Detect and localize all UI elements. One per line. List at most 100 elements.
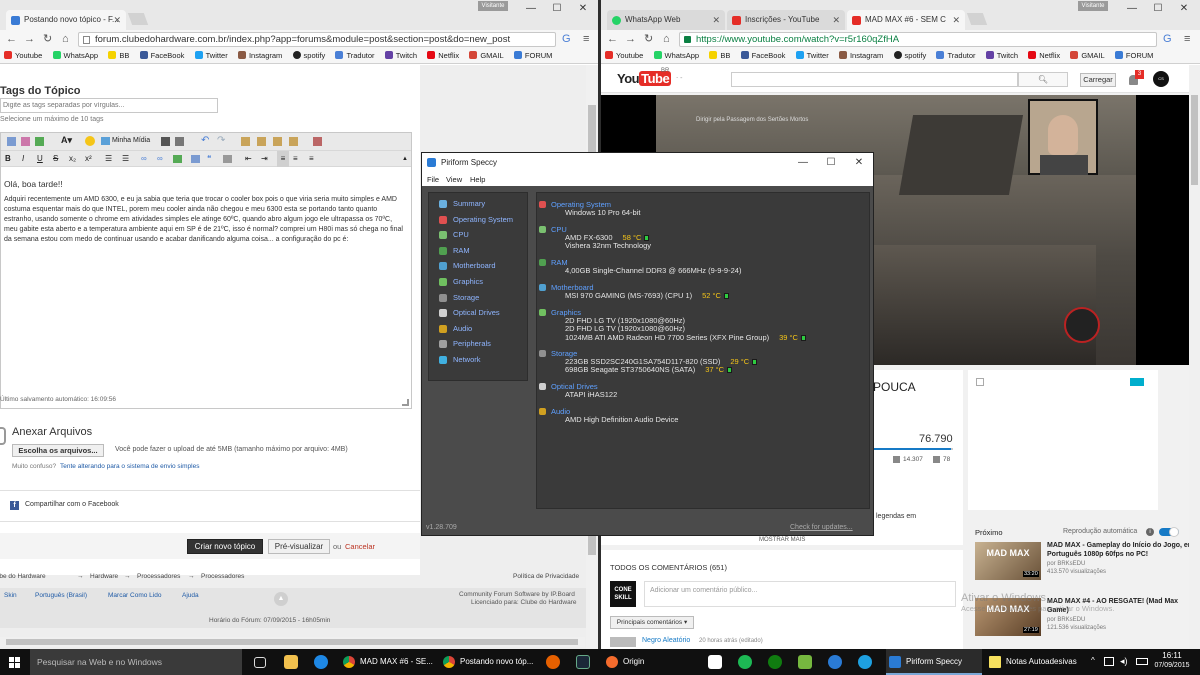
new-tab-button[interactable] [127,13,149,25]
bookmark-spotify[interactable]: spotify [292,48,325,63]
spellcheck-icon[interactable] [175,137,184,146]
taskbar-app-forum[interactable]: Postando novo tóp... [440,649,536,675]
temperature-graph-icon[interactable] [800,334,806,341]
bookmark-netflix[interactable]: Netflix [427,48,459,63]
paste-icon[interactable] [257,137,266,146]
user-badge[interactable]: Visitante [478,1,508,11]
speccy-nav-storage[interactable]: Storage [429,290,527,306]
back-icon[interactable]: ← [607,32,618,46]
address-bar[interactable]: https://www.youtube.com/watch?v=r5r160qZ… [679,32,1157,47]
speccy-nav-motherboard[interactable]: Motherboard [429,258,527,274]
translate-icon[interactable]: G [1163,32,1172,46]
bookmark-tradutor[interactable]: Tradutor [936,48,976,63]
tray-volume-icon[interactable]: ◂) [1120,656,1128,667]
maximize-button[interactable]: ☐ [544,0,570,18]
print-icon[interactable] [161,137,170,146]
bookmark-youtube[interactable]: Youtube [605,48,643,63]
dislike-icon[interactable] [933,456,940,463]
tray-chevron-icon[interactable]: ^ [1091,656,1095,665]
choose-files-button[interactable]: Escolha os arquivos... [12,444,104,457]
footer-lang-link[interactable]: Português (Brasil) [35,592,87,599]
image-icon[interactable] [173,155,182,163]
media-icon[interactable] [101,137,110,145]
align-center-icon[interactable]: ≡ [293,151,298,167]
bookmark-forum[interactable]: FORUM [1114,48,1153,63]
preview-button[interactable]: Pré-visualizar [268,539,330,554]
tab-whatsapp[interactable]: WhatsApp Web ✕ [607,10,725,30]
user-badge[interactable]: Visitante [1078,1,1108,11]
ie-icon[interactable] [858,655,872,669]
reload-icon[interactable]: ↻ [644,32,653,46]
file-explorer-icon[interactable] [284,655,298,669]
bookmark-youtube[interactable]: Youtube [4,48,42,63]
speccy-maximize-button[interactable]: ☐ [818,154,844,172]
menu-icon[interactable]: ≡ [1184,32,1190,46]
subscript-icon[interactable]: x₂ [69,151,76,167]
bookmark-spotify[interactable]: spotify [893,48,926,63]
bookmark-twitch[interactable]: Twitch [985,48,1018,63]
bookmark-bb[interactable]: BB [709,48,730,63]
bookmark-gmail[interactable]: GMAIL [1070,48,1105,63]
footer-help-link[interactable]: Ajuda [182,592,199,599]
editor-text-area[interactable]: Olá, boa tarde!! Adquiri recentemente um… [4,179,406,389]
align-right-icon[interactable]: ≡ [309,151,314,167]
emoticon-icon[interactable] [85,136,95,146]
number-list-icon[interactable]: ☰ [122,151,129,167]
speccy-minimize-button[interactable]: — [790,154,816,172]
utorrent-icon[interactable] [798,655,812,669]
redo-icon[interactable]: ↷ [217,135,225,146]
speccy-nav-peripherals[interactable]: Peripherals [429,336,527,352]
remove-format-icon[interactable] [313,137,322,146]
undo-icon[interactable]: ↶ [201,135,209,146]
page-scrollbar[interactable] [1189,65,1200,649]
minimize-button[interactable]: — [518,0,544,18]
xbox-icon[interactable] [768,655,782,669]
spoiler-icon[interactable] [223,155,232,163]
bookmark-facebook[interactable]: FaceBook [139,48,184,63]
task-view-icon[interactable] [254,657,266,668]
code-icon[interactable] [191,155,200,163]
speccy-nav-audio[interactable]: Audio [429,321,527,337]
breadcrumb-item[interactable]: Processadores [137,570,180,584]
copy-icon[interactable] [241,137,250,146]
align-left-icon[interactable]: ≡ [277,151,289,167]
eraser-icon[interactable] [21,137,30,146]
indent-icon[interactable]: ⇥ [261,151,268,167]
close-tab-icon[interactable]: ✕ [832,10,840,30]
taskbar-app-madmax[interactable]: MAD MAX #6 - SE... [340,649,436,675]
home-icon[interactable]: ⌂ [663,32,670,46]
like-icon[interactable] [893,456,900,463]
speccy-nav-operating-system[interactable]: Operating System [429,212,527,228]
footer-skin-link[interactable]: Skin [4,592,17,599]
bookmark-tradutor[interactable]: Tradutor [335,48,375,63]
breadcrumb-item[interactable]: Processadores [201,570,244,584]
info-icon[interactable]: i [1146,528,1154,536]
outdent-icon[interactable]: ⇤ [245,151,252,167]
bookmark-twitter[interactable]: Twitter [194,48,228,63]
bookmark-instagram[interactable]: Instagram [838,48,883,63]
my-media-button[interactable]: Minha Mídia [112,137,150,144]
bookmark-instagram[interactable]: Instagram [237,48,282,63]
temperature-graph-icon[interactable] [723,293,729,299]
quote-icon[interactable]: ❝ [207,151,211,167]
tray-network-icon[interactable] [1104,657,1114,666]
unlink-icon[interactable]: ∞ [157,151,163,167]
menu-help[interactable]: Help [470,173,485,186]
menu-view[interactable]: View [446,173,462,186]
reload-icon[interactable]: ↻ [43,32,52,46]
speccy-nav-ram[interactable]: RAM [429,243,527,259]
speccy-close-button[interactable]: ✕ [846,154,872,172]
facebook-share-checkbox[interactable]: Compartilhar com o Facebook [25,501,119,508]
menu-file[interactable]: File [427,173,439,186]
related-video-1[interactable]: MAD MAX 33:20 MAD MAX - Gameplay do Iníc… [975,542,1194,582]
source-icon[interactable] [7,137,16,146]
horizontal-scrollbar[interactable] [0,637,585,647]
cancel-link[interactable]: Cancelar [345,542,375,551]
menu-icon[interactable]: ≡ [583,32,589,46]
bookmark-whatsapp[interactable]: WhatsApp [52,48,98,63]
taskbar-app-notes[interactable]: Notas Autoadesivas [986,649,1086,675]
ad-choices-icon[interactable] [1130,378,1144,386]
comment-input[interactable]: Adicionar um comentário público... [644,581,956,607]
privacy-link[interactable]: Política de Privacidade [513,570,579,584]
search-box[interactable]: Pesquisar na Web e no Windows [30,649,242,675]
